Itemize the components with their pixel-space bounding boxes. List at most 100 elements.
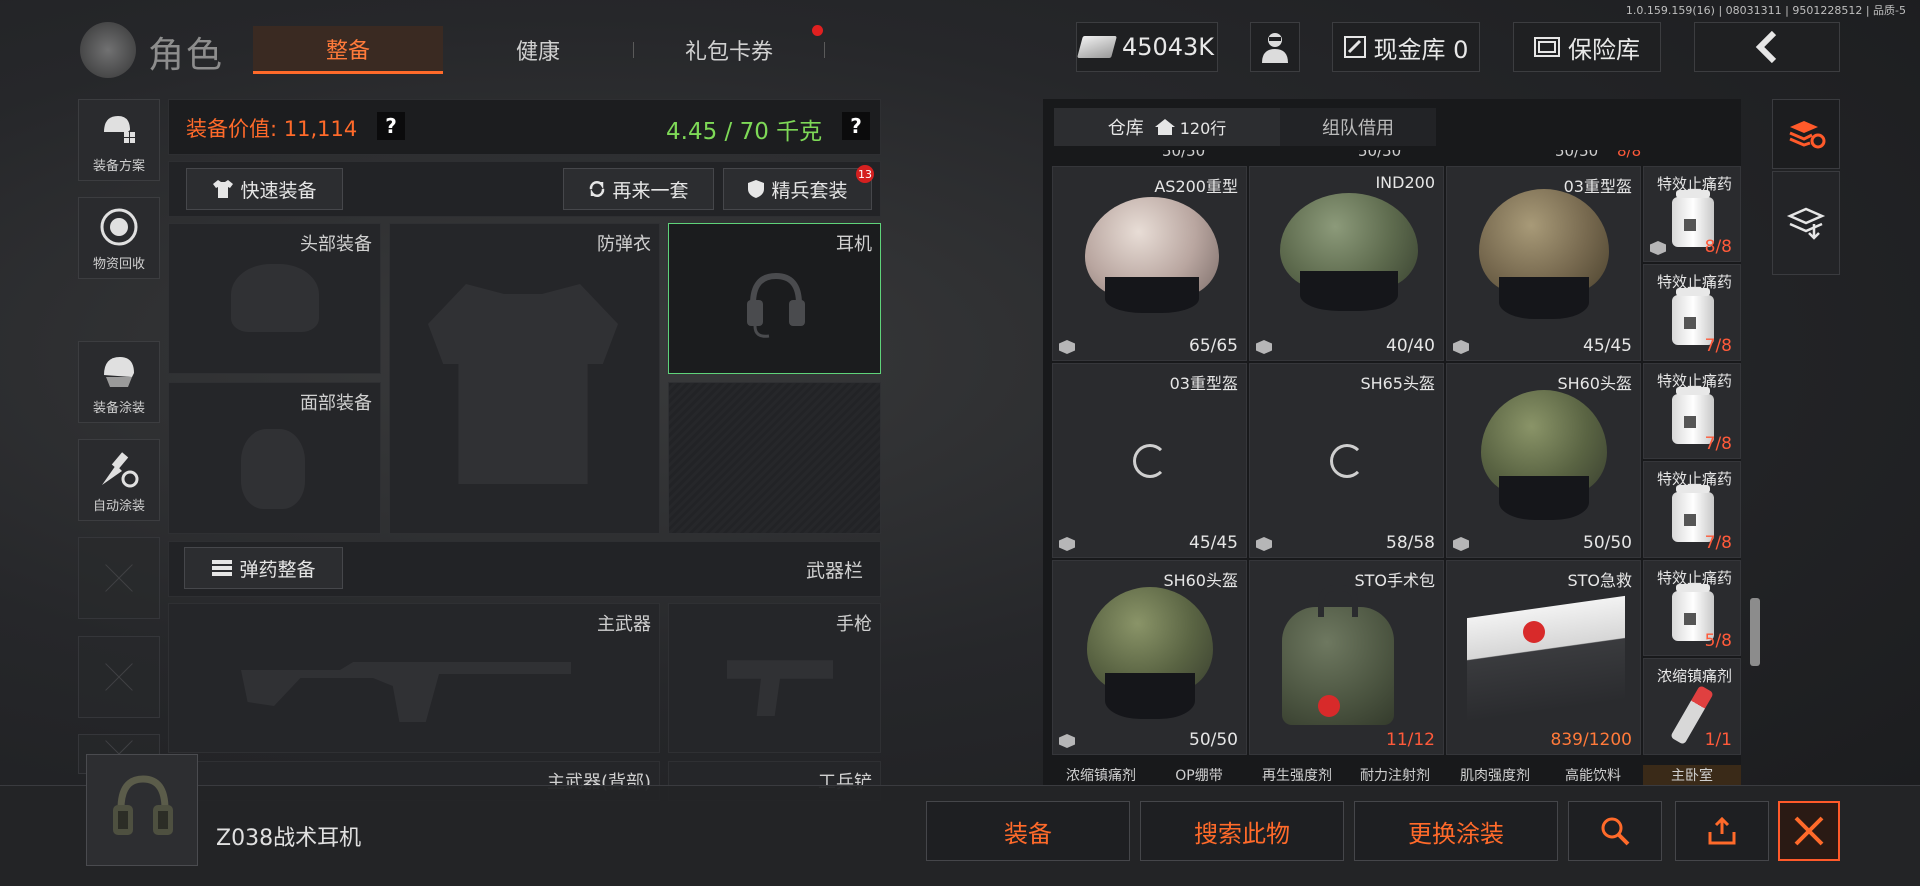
box-icon (1256, 537, 1272, 551)
character-logo-icon (80, 22, 136, 78)
item-name: 03重型盔 (1169, 374, 1238, 393)
partial-count: 50/50 (1555, 150, 1599, 160)
back-arrow-icon (1755, 31, 1777, 63)
search-icon (1601, 817, 1630, 846)
operator-icon (1262, 33, 1288, 63)
primary-weapon-slot[interactable]: 主武器 (168, 603, 660, 753)
elite-set-button[interactable]: 精兵套装 (723, 168, 872, 210)
inventory-item[interactable]: IND200 40/40 (1249, 166, 1444, 361)
sidebar-empty-slot (78, 636, 160, 718)
equipment-value: 装备价值: 11,114 (186, 117, 358, 141)
equip-button[interactable]: 装备 (926, 801, 1130, 861)
headset-slot[interactable]: 耳机 (668, 223, 881, 374)
notification-dot (812, 25, 823, 36)
currency-display[interactable]: 45043K (1076, 22, 1218, 72)
inventory-item[interactable]: 浓缩镇痛剂 1/1 (1643, 658, 1741, 755)
partial-item-name: 高能饮料 (1565, 768, 1621, 784)
paint-icon (97, 351, 141, 391)
shield-icon (748, 180, 765, 198)
box-icon (1453, 537, 1469, 551)
weapon-bar-label: 武器栏 (806, 560, 864, 582)
sidebar-item-auto-paint[interactable]: 自动涂装 (78, 439, 160, 521)
inventory-item[interactable]: 特效止痛药 7/8 (1643, 363, 1741, 459)
item-name: SH65头盔 (1360, 374, 1435, 393)
share-button[interactable] (1675, 801, 1769, 861)
ammo-refit-button[interactable]: 弹药整备 (184, 547, 343, 589)
sidebar-item-label: 装备方案 (92, 159, 145, 174)
inventory-item[interactable]: STO手术包 11/12 (1249, 560, 1444, 755)
empty-slot (668, 382, 881, 534)
inventory-item[interactable]: 特效止痛药 7/8 (1643, 264, 1741, 361)
pistol-slot[interactable]: 手枪 (668, 603, 881, 753)
slot-label: 面部装备 (300, 393, 372, 414)
item-count: 7/8 (1704, 336, 1732, 356)
home-icon (1154, 119, 1175, 135)
sidebar-item-paint[interactable]: 装备涂装 (78, 341, 160, 423)
tab-gift-vouchers[interactable]: 礼包卡券 (634, 26, 824, 74)
inventory-scrollbar[interactable] (1750, 598, 1760, 666)
auto-paint-icon (97, 449, 141, 489)
inventory-item[interactable]: STO急救 839/1200 (1446, 560, 1641, 755)
item-count: 45/45 (1583, 336, 1632, 356)
repaint-button[interactable]: 更换涂装 (1354, 801, 1558, 861)
inventory-item[interactable]: 03重型盔 45/45 (1052, 363, 1247, 558)
equipment-weight: 4.45 / 70 千克 (666, 119, 823, 145)
stack-download-button[interactable] (1772, 171, 1840, 275)
inventory-item[interactable]: SH65头盔 58/58 (1249, 363, 1444, 558)
inventory-item[interactable]: SH60头盔 50/50 (1446, 363, 1641, 558)
inventory-item[interactable]: 特效止痛药 7/8 (1643, 461, 1741, 558)
ammo-icon (212, 560, 233, 576)
currency-amount: 45043K (1121, 33, 1215, 61)
inventory-item[interactable]: 特效止痛药 5/8 (1643, 560, 1741, 656)
selected-item-thumbnail (86, 754, 198, 866)
value-help-button[interactable]: ? (377, 112, 405, 140)
close-icon (1794, 816, 1824, 846)
box-icon (1453, 340, 1469, 354)
item-count: 839/1200 (1550, 730, 1632, 750)
partial-item-name: 主卧室 (1643, 765, 1741, 785)
tab-health[interactable]: 健康 (443, 26, 633, 74)
sidebar-item-recycle[interactable]: 物资回收 (78, 197, 160, 279)
medbox-icon (1467, 595, 1625, 723)
cash-vault-button[interactable]: 现金库 0 (1332, 22, 1480, 72)
box-icon (1256, 340, 1272, 354)
safe-box-button[interactable]: 保险库 (1513, 22, 1661, 72)
mask-placeholder-icon (241, 429, 305, 509)
sort-button[interactable] (1772, 99, 1840, 169)
head-equipment-slot[interactable]: 头部装备 (168, 223, 381, 374)
item-count: 50/50 (1583, 533, 1632, 553)
partial-count: 50/50 (1358, 150, 1402, 160)
body-armor-slot[interactable]: 防弹衣 (389, 223, 660, 534)
close-button[interactable] (1778, 801, 1840, 861)
partial-row: 50/50 50/50 50/50 8/8 (1052, 150, 1642, 162)
cash-icon (1077, 36, 1117, 58)
inventory-item[interactable]: 特效止痛药 8/8 (1643, 166, 1741, 262)
tab-team-borrow[interactable]: 组队借用 (1280, 108, 1436, 146)
rifle-placeholder-icon (241, 662, 571, 722)
slot-label: 防弹衣 (597, 234, 651, 255)
elite-set-badge: 13 (856, 165, 874, 183)
search-button[interactable] (1568, 801, 1662, 861)
search-item-button[interactable]: 搜索此物 (1140, 801, 1344, 861)
quick-equip-button[interactable]: 快速装备 (186, 168, 343, 210)
helmet-interior (1499, 476, 1589, 520)
tab-loadout[interactable]: 整备 (253, 26, 443, 74)
operator-button[interactable] (1250, 22, 1300, 72)
inventory-item[interactable]: SH60头盔 50/50 (1052, 560, 1247, 755)
again-set-button[interactable]: 再来一套 (563, 168, 714, 210)
partial-item-name: OP绷带 (1175, 768, 1223, 784)
face-equipment-slot[interactable]: 面部装备 (168, 382, 381, 534)
elite-set-label: 精兵套装 (771, 179, 848, 202)
selected-item-name: Z038战术耳机 (216, 826, 362, 851)
ammo-refit-label: 弹药整备 (239, 558, 316, 581)
shirt-icon (213, 180, 234, 198)
sidebar-item-loadout-plan[interactable]: 装备方案 (78, 99, 160, 181)
loading-spinner-icon (1133, 444, 1167, 478)
weight-help-button[interactable]: ? (842, 112, 870, 140)
item-count: 5/8 (1704, 631, 1732, 651)
back-button[interactable] (1694, 22, 1840, 72)
inventory-item[interactable]: 03重型盔 45/45 (1446, 166, 1641, 361)
inventory-item[interactable]: AS200重型 65/65 (1052, 166, 1247, 361)
tab-warehouse[interactable]: 仓库 120行 (1054, 108, 1280, 146)
sidebar-empty-slot (78, 537, 160, 619)
